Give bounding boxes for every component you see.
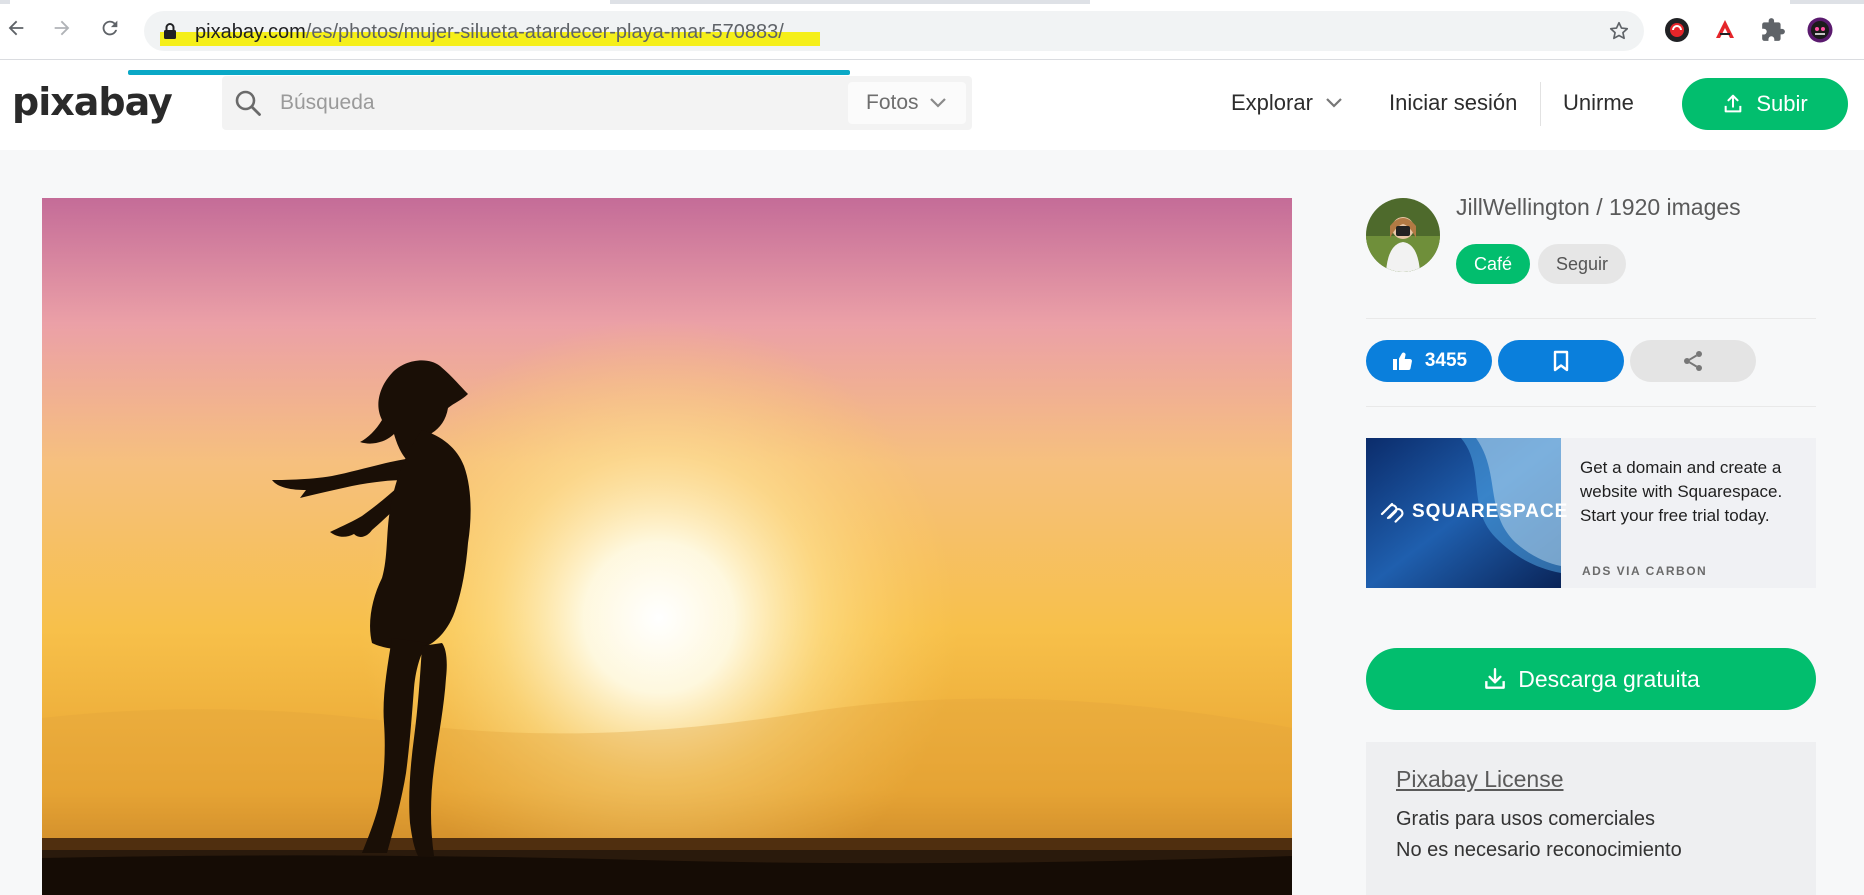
address-bar[interactable]: pixabay.com/es/photos/mujer-silueta-atar… xyxy=(144,11,1644,51)
thumbs-up-icon xyxy=(1392,352,1412,371)
author-separator: / xyxy=(1589,194,1609,220)
carbon-ad[interactable]: SQUARESPACE Get a domain and create a we… xyxy=(1366,438,1816,588)
browser-toolbar: pixabay.com/es/photos/mujer-silueta-atar… xyxy=(0,0,1864,60)
license-box: Pixabay License Gratis para usos comerci… xyxy=(1366,742,1816,895)
share-icon xyxy=(1684,351,1702,371)
join-link[interactable]: Unirme xyxy=(1563,90,1634,116)
author-image-count[interactable]: 1920 images xyxy=(1609,194,1741,220)
main-photo[interactable] xyxy=(42,198,1292,895)
license-commercial: Gratis para usos comerciales xyxy=(1396,808,1655,830)
back-button[interactable] xyxy=(2,14,30,42)
coffee-button[interactable]: Café xyxy=(1456,244,1530,284)
chevron-down-icon xyxy=(1326,98,1342,108)
url-text: pixabay.com/es/photos/mujer-silueta-atar… xyxy=(195,21,784,43)
search-bar: Fotos xyxy=(222,76,972,130)
star-icon[interactable] xyxy=(1608,20,1630,42)
forward-button[interactable] xyxy=(48,14,76,42)
like-count: 3455 xyxy=(1424,350,1468,371)
squarespace-icon xyxy=(1380,502,1404,523)
extension-button[interactable] xyxy=(1711,16,1739,44)
sidebar-divider xyxy=(1366,318,1816,319)
puzzle-icon xyxy=(1762,18,1785,41)
avatar-image xyxy=(1366,198,1440,272)
explore-label: Explorar xyxy=(1231,90,1313,115)
extensions-menu-button[interactable] xyxy=(1759,16,1787,44)
reload-button[interactable] xyxy=(96,14,124,42)
bookmark-button[interactable] xyxy=(1498,340,1624,382)
license-link[interactable]: Pixabay License xyxy=(1396,766,1564,793)
search-type-select[interactable]: Fotos xyxy=(848,82,966,124)
login-link[interactable]: Iniciar sesión xyxy=(1389,90,1517,116)
author-info: JillWellington / 1920 images xyxy=(1456,194,1741,221)
search-icon[interactable] xyxy=(234,89,262,117)
ad-text[interactable]: Get a domain and create a website with S… xyxy=(1580,456,1805,528)
extension-button[interactable] xyxy=(1663,16,1691,44)
ad-via-label[interactable]: ADS VIA CARBON xyxy=(1582,564,1707,578)
share-button[interactable] xyxy=(1630,340,1756,382)
url-host: pixabay.com xyxy=(195,21,306,43)
squarespace-logo: SQUARESPACE xyxy=(1378,500,1568,524)
back-icon xyxy=(8,20,24,36)
search-input[interactable] xyxy=(280,86,840,120)
extension-icon xyxy=(1665,18,1689,42)
profile-button[interactable] xyxy=(1806,16,1834,44)
tab-strip xyxy=(0,0,1864,4)
search-type-label: Fotos xyxy=(866,91,919,114)
header-divider xyxy=(1540,82,1541,126)
like-button[interactable]: 3455 xyxy=(1366,340,1492,382)
photo-sidebar: JillWellington / 1920 images Café Seguir… xyxy=(1366,190,1816,895)
bookmark-icon xyxy=(1553,350,1569,372)
follow-button[interactable]: Seguir xyxy=(1538,244,1626,284)
free-download-button[interactable]: Descarga gratuita xyxy=(1366,648,1816,710)
author-name[interactable]: JillWellington xyxy=(1456,194,1590,220)
photo-image xyxy=(42,198,1292,895)
download-label: Descarga gratuita xyxy=(1518,665,1700,692)
author-avatar[interactable] xyxy=(1366,198,1440,272)
upload-icon xyxy=(1724,94,1742,113)
ad-brand-name: SQUARESPACE xyxy=(1412,501,1569,522)
upload-button[interactable]: Subir xyxy=(1682,78,1848,130)
lock-icon xyxy=(164,23,176,39)
upload-label: Subir xyxy=(1756,91,1808,116)
profile-avatar xyxy=(1807,17,1833,43)
page-loading-bar xyxy=(128,70,850,75)
tab-gap xyxy=(1090,0,1790,4)
tab-gap xyxy=(10,0,610,4)
download-icon xyxy=(1485,668,1506,689)
chevron-down-icon xyxy=(929,98,946,108)
sidebar-divider xyxy=(1366,406,1816,407)
acrobat-icon xyxy=(1716,20,1734,38)
pixabay-logo[interactable]: pixabay xyxy=(12,80,173,124)
forward-icon xyxy=(54,20,70,36)
explore-menu[interactable]: Explorar xyxy=(1231,90,1343,116)
reload-icon xyxy=(102,20,118,36)
url-path: /es/photos/mujer-silueta-atardecer-playa… xyxy=(305,21,784,43)
license-attribution: No es necesario reconocimiento xyxy=(1396,839,1682,861)
